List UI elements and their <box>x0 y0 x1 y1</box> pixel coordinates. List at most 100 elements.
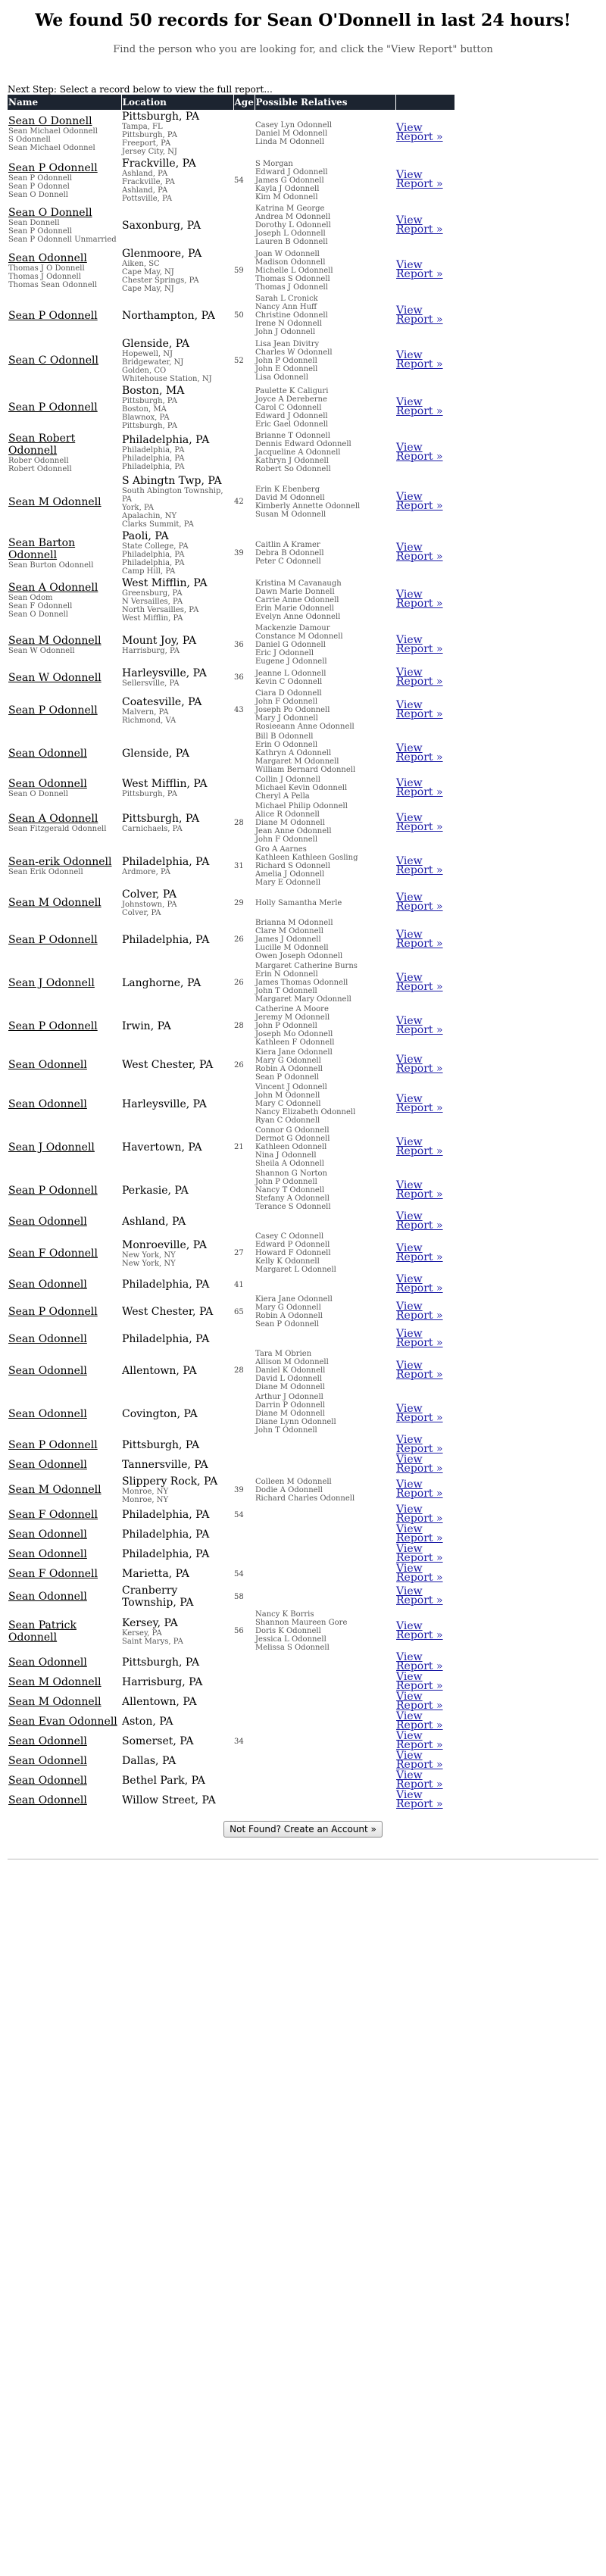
view-report-link[interactable]: View Report » <box>396 1434 443 1455</box>
view-report-link[interactable]: View Report » <box>396 1328 443 1349</box>
person-name-link[interactable]: Sean P Odonnell <box>8 310 120 322</box>
view-report-link[interactable]: View Report » <box>396 1300 443 1322</box>
view-report-link[interactable]: View Report » <box>396 1710 443 1731</box>
view-report-link[interactable]: View Report » <box>396 491 443 512</box>
person-name-link[interactable]: Sean Odonnell <box>8 1279 120 1291</box>
view-report-link[interactable]: View Report » <box>396 1136 443 1157</box>
view-report-link[interactable]: View Report » <box>396 699 443 720</box>
person-name-link[interactable]: Sean J Odonnell <box>8 977 120 989</box>
person-name-link[interactable]: Sean W Odonnell <box>8 672 120 684</box>
view-report-link[interactable]: View Report » <box>396 542 443 563</box>
person-name-link[interactable]: Sean C Odonnell <box>8 354 120 367</box>
person-name-link[interactable]: Sean J Odonnell <box>8 1141 120 1154</box>
view-report-link[interactable]: View Report » <box>396 742 443 763</box>
person-name-link[interactable]: Sean P Odonnell <box>8 934 120 946</box>
view-report-link[interactable]: View Report » <box>396 855 443 876</box>
view-report-link[interactable]: View Report » <box>396 1585 443 1606</box>
person-name-link[interactable]: Sean Odonnell <box>8 1548 120 1560</box>
view-report-link[interactable]: View Report » <box>396 634 443 655</box>
view-report-link[interactable]: View Report » <box>396 169 443 190</box>
view-report-link[interactable]: View Report » <box>396 1543 443 1564</box>
person-name-link[interactable]: Sean Patrick Odonnell <box>8 1619 120 1644</box>
person-name-link[interactable]: Sean Odonnell <box>8 1775 120 1787</box>
view-report-link[interactable]: View Report » <box>396 1750 443 1771</box>
person-name-link[interactable]: Sean O Donnell <box>8 115 120 127</box>
view-report-link[interactable]: View Report » <box>396 972 443 993</box>
create-account-button[interactable]: Not Found? Create an Account » <box>223 1821 383 1838</box>
view-report-link[interactable]: View Report » <box>396 1651 443 1672</box>
person-name-link[interactable]: Sean Odonnell <box>8 1059 120 1071</box>
view-report-link[interactable]: View Report » <box>396 589 443 610</box>
person-name-link[interactable]: Sean P Odonnell <box>8 1306 120 1318</box>
view-report-link[interactable]: View Report » <box>396 122 443 143</box>
view-report-link[interactable]: View Report » <box>396 1730 443 1751</box>
person-name-link[interactable]: Sean M Odonnell <box>8 897 120 909</box>
person-name-link[interactable]: Sean Odonnell <box>8 1656 120 1669</box>
person-name-link[interactable]: Sean Odonnell <box>8 1735 120 1747</box>
person-name-link[interactable]: Sean F Odonnell <box>8 1568 120 1580</box>
person-name-link[interactable]: Sean P Odonnell <box>8 704 120 717</box>
person-name-link[interactable]: Sean Odonnell <box>8 1755 120 1767</box>
view-report-link[interactable]: View Report » <box>396 1563 443 1584</box>
person-name-link[interactable]: Sean-erik Odonnell <box>8 856 120 868</box>
person-name-link[interactable]: Sean Odonnell <box>8 252 120 264</box>
view-report-link[interactable]: View Report » <box>396 1093 443 1114</box>
person-name-link[interactable]: Sean P Odonnell <box>8 401 120 414</box>
person-name-link[interactable]: Sean Odonnell <box>8 1459 120 1471</box>
person-name-link[interactable]: Sean M Odonnell <box>8 1484 120 1496</box>
view-report-link[interactable]: View Report » <box>396 1242 443 1263</box>
view-report-link[interactable]: View Report » <box>396 1478 443 1500</box>
view-report-link[interactable]: View Report » <box>396 1789 443 1810</box>
view-report-link[interactable]: View Report » <box>396 1620 443 1641</box>
person-name-link[interactable]: Sean Odonnell <box>8 778 120 790</box>
person-name-link[interactable]: Sean M Odonnell <box>8 635 120 647</box>
view-report-link[interactable]: View Report » <box>396 1453 443 1475</box>
person-name-link[interactable]: Sean Odonnell <box>8 1216 120 1228</box>
person-name-link[interactable]: Sean F Odonnell <box>8 1509 120 1521</box>
person-name-link[interactable]: Sean Odonnell <box>8 1591 120 1603</box>
person-name-link[interactable]: Sean Odonnell <box>8 1794 120 1806</box>
view-report-link[interactable]: View Report » <box>396 1273 443 1294</box>
person-name-link[interactable]: Sean Evan Odonnell <box>8 1716 120 1728</box>
view-report-link[interactable]: View Report » <box>396 1360 443 1381</box>
view-report-link[interactable]: View Report » <box>396 442 443 463</box>
view-report-link[interactable]: View Report » <box>396 929 443 950</box>
person-name-link[interactable]: Sean F Odonnell <box>8 1247 120 1260</box>
person-name-link[interactable]: Sean P Odonnell <box>8 162 120 174</box>
person-name-link[interactable]: Sean P Odonnell <box>8 1439 120 1451</box>
person-name-link[interactable]: Sean M Odonnell <box>8 1696 120 1708</box>
view-report-link[interactable]: View Report » <box>396 1403 443 1424</box>
person-name-link[interactable]: Sean P Odonnell <box>8 1185 120 1197</box>
view-report-link[interactable]: View Report » <box>396 304 443 326</box>
person-name-link[interactable]: Sean Odonnell <box>8 1365 120 1377</box>
view-report-link[interactable]: View Report » <box>396 1523 443 1544</box>
person-name-link[interactable]: Sean Odonnell <box>8 1528 120 1541</box>
view-report-link[interactable]: View Report » <box>396 1015 443 1036</box>
view-report-link[interactable]: View Report » <box>396 812 443 833</box>
view-report-link[interactable]: View Report » <box>396 349 443 370</box>
view-report-link[interactable]: View Report » <box>396 1210 443 1232</box>
person-name-link[interactable]: Sean Odonnell <box>8 748 120 760</box>
view-report-link[interactable]: View Report » <box>396 214 443 236</box>
view-report-link[interactable]: View Report » <box>396 259 443 280</box>
view-report-link[interactable]: View Report » <box>396 1769 443 1791</box>
view-report-link[interactable]: View Report » <box>396 891 443 913</box>
person-name-link[interactable]: Sean Robert Odonnell <box>8 432 120 457</box>
view-report-link[interactable]: View Report » <box>396 396 443 417</box>
view-report-link[interactable]: View Report » <box>396 1671 443 1692</box>
person-name-link[interactable]: Sean O Donnell <box>8 207 120 219</box>
person-name-link[interactable]: Sean Barton Odonnell <box>8 537 120 561</box>
view-report-link[interactable]: View Report » <box>396 1179 443 1201</box>
view-report-link[interactable]: View Report » <box>396 1054 443 1075</box>
view-report-link[interactable]: View Report » <box>396 1503 443 1525</box>
person-name-link[interactable]: Sean Odonnell <box>8 1098 120 1110</box>
person-name-link[interactable]: Sean P Odonnell <box>8 1020 120 1032</box>
view-report-link[interactable]: View Report » <box>396 667 443 688</box>
view-report-link[interactable]: View Report » <box>396 777 443 798</box>
view-report-link[interactable]: View Report » <box>396 1691 443 1712</box>
person-name-link[interactable]: Sean A Odonnell <box>8 813 120 825</box>
person-name-link[interactable]: Sean Odonnell <box>8 1408 120 1420</box>
person-name-link[interactable]: Sean M Odonnell <box>8 1676 120 1688</box>
person-name-link[interactable]: Sean A Odonnell <box>8 582 120 594</box>
person-name-link[interactable]: Sean Odonnell <box>8 1333 120 1345</box>
